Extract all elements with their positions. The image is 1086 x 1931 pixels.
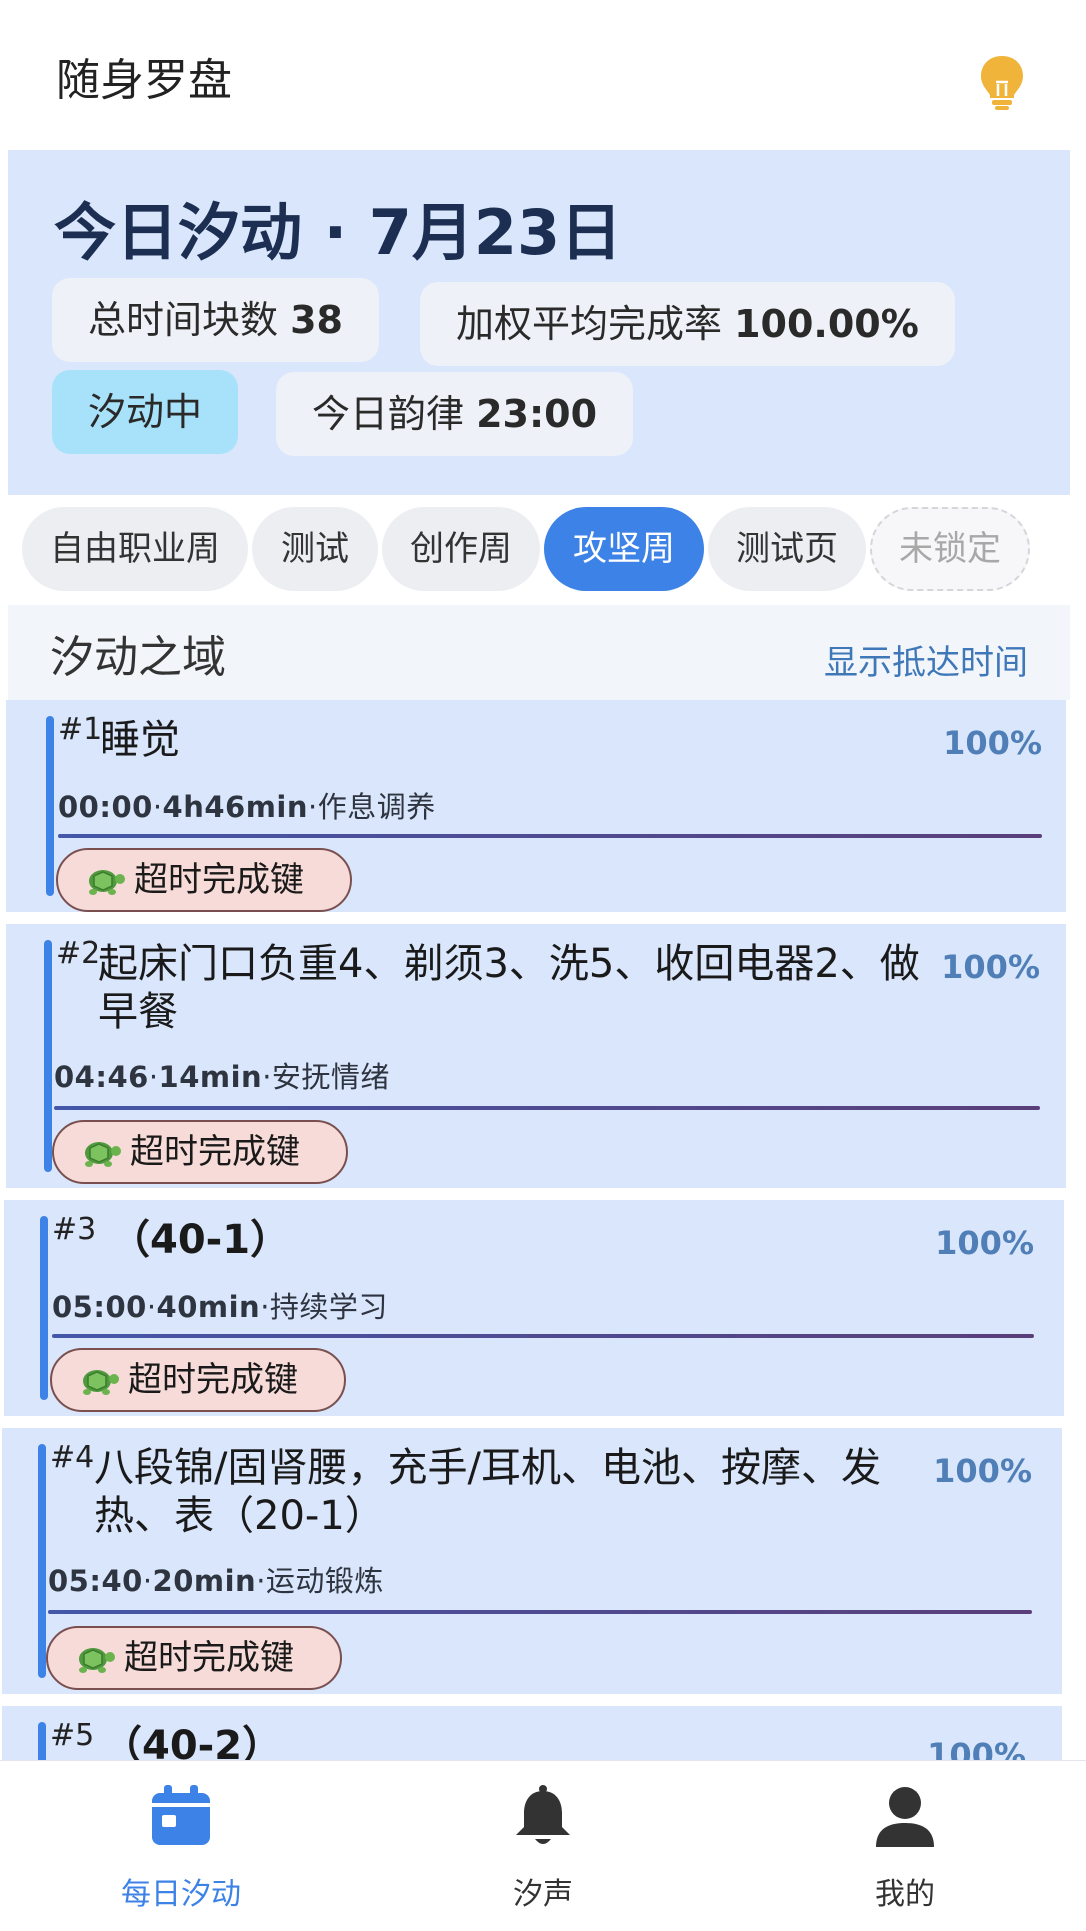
status-badge[interactable]: 汐动中 [52,370,239,454]
task-start-time: 04:46 [54,1060,149,1094]
bell-icon [516,1785,570,1844]
task-progress-line [54,1106,1040,1110]
task-start-time: 05:40 [48,1564,143,1598]
task-progress-line [52,1334,1034,1338]
completion-rate-label: 加权平均完成率 [456,302,723,346]
task-name-line-1: 起床门口负重4、剃须3、洗5、收回电器2、做 [98,941,920,987]
app-title: 随身罗盘 [56,55,232,106]
overtime-complete-label: 超时完成键 [130,1132,300,1172]
task-name: 睡觉 [100,717,180,763]
task-item[interactable]: #1 睡觉 100% 00:00·4h46min·作息调养 超时完成键 [6,700,1066,918]
nav-mine[interactable]: 我的 [724,1761,1086,1931]
calendar-icon [152,1785,210,1845]
task-duration: 14min [158,1060,263,1094]
nav-sound-label: 汐声 [513,1877,573,1912]
task-item[interactable]: #3 （40-1） 100% 05:00·40min·持续学习 超时完成键 [4,1200,1064,1422]
task-list[interactable]: #1 睡觉 100% 00:00·4h46min·作息调养 超时完成键 #2 起… [0,700,1086,1760]
overtime-complete-button[interactable]: 超时完成键 [56,848,352,912]
overtime-complete-button[interactable]: 超时完成键 [52,1120,348,1184]
task-accent-bar [44,940,52,1172]
task-percent: 100% [943,724,1042,762]
nav-daily-label: 每日汐动 [121,1877,241,1912]
task-name: 起床门口负重4、剃须3、洗5、收回电器2、做 早餐 [98,940,948,1036]
app-root: 随身罗盘 今日汐动 · 7月23日 总时间块数 38 加权平均完成率 100.0… [0,0,1086,1931]
daily-summary-card: 今日汐动 · 7月23日 总时间块数 38 加权平均完成率 100.00% 汐动… [8,150,1070,495]
nav-sound[interactable]: 汐声 [362,1761,724,1931]
day-title: 今日汐动 · 7月23日 [54,196,623,269]
task-item[interactable]: #2 起床门口负重4、剃须3、洗5、收回电器2、做 早餐 100% 04:46·… [6,924,1066,1194]
tab-creation-week[interactable]: 创作周 [382,507,540,591]
turtle-icon [83,1370,119,1395]
task-start-time: 00:00 [58,790,153,824]
turtle-icon [85,1142,121,1167]
overtime-complete-label: 超时完成键 [134,860,304,900]
task-start-time: 05:00 [52,1290,147,1324]
task-number: #3 [52,1212,97,1247]
total-blocks-label: 总时间块数 [88,298,279,342]
task-name: 八段锦/固肾腰，充手/耳机、电池、按摩、发 热、表（20-1） [94,1444,944,1540]
show-arrival-time-link[interactable]: 显示抵达时间 [824,635,1028,684]
task-accent-bar [38,1444,46,1678]
overtime-complete-label: 超时完成键 [128,1360,298,1400]
task-category: 作息调养 [317,790,436,824]
task-percent: 100% [941,948,1040,986]
tab-freelance-week[interactable]: 自由职业周 [22,507,248,591]
task-meta: 00:00·4h46min·作息调养 [58,790,436,824]
tab-tackle-week[interactable]: 攻坚周 [544,507,704,591]
task-percent: 100% [935,1224,1034,1262]
task-progress-line [48,1610,1032,1614]
section-title: 汐动之域 [50,632,226,683]
completion-rate-chip: 加权平均完成率 100.00% [420,282,955,366]
task-number: #1 [58,712,103,747]
task-meta: 05:40·20min·运动锻炼 [48,1564,384,1598]
task-item[interactable]: #4 八段锦/固肾腰，充手/耳机、电池、按摩、发 热、表（20-1） 100% … [2,1428,1062,1700]
task-name-line-2: 早餐 [98,989,178,1035]
nav-daily[interactable]: 每日汐动 [0,1761,362,1931]
task-accent-bar [40,1216,48,1400]
total-blocks-chip: 总时间块数 38 [52,278,379,362]
tab-unlocked[interactable]: 未锁定 [870,507,1030,591]
app-bar: 随身罗盘 [0,0,1086,150]
task-number: #4 [50,1440,95,1475]
rhythm-value: 23:00 [476,392,598,436]
rhythm-chip: 今日韵律 23:00 [276,372,634,456]
task-duration: 4h46min [162,790,309,824]
task-name: （40-2） [102,1723,283,1760]
task-progress-line [58,834,1042,838]
completion-rate-value: 100.00% [734,302,919,346]
turtle-icon [79,1648,115,1673]
task-duration: 20min [152,1564,257,1598]
total-blocks-value: 38 [290,298,343,342]
task-category: 运动锻炼 [265,1564,384,1598]
task-name-line-2: 热、表（20-1） [94,1493,385,1539]
overtime-complete-button[interactable]: 超时完成键 [46,1626,342,1690]
week-tabs: 自由职业周 测试 创作周 攻坚周 测试页 未锁定 [8,495,1070,605]
tab-test-page[interactable]: 测试页 [708,507,866,591]
overtime-complete-button[interactable]: 超时完成键 [50,1348,346,1412]
task-percent: 100% [927,1736,1026,1760]
task-accent-bar [38,1722,46,1760]
overtime-complete-label: 超时完成键 [124,1638,294,1678]
task-number: #5 [50,1718,95,1753]
task-name: （40-1） [110,1217,291,1263]
nav-mine-label: 我的 [875,1877,935,1912]
task-accent-bar [46,716,54,896]
task-duration: 40min [156,1290,261,1324]
rhythm-label: 今日韵律 [312,392,465,436]
task-name-line-1: 八段锦/固肾腰，充手/耳机、电池、按摩、发 [94,1445,881,1491]
turtle-icon [89,870,125,895]
task-number: #2 [56,936,101,971]
task-meta: 05:00·40min·持续学习 [52,1290,388,1324]
lightbulb-icon[interactable] [978,54,1026,110]
person-icon [876,1787,934,1847]
section-header: 汐动之域 显示抵达时间 [8,605,1070,700]
task-category: 持续学习 [269,1290,388,1324]
tab-test[interactable]: 测试 [252,507,378,591]
bottom-navigation: 每日汐动 汐声 我的 [0,1760,1086,1931]
task-category: 安抚情绪 [271,1060,390,1094]
task-item[interactable]: #5 （40-2） 100% [2,1706,1062,1760]
task-meta: 04:46·14min·安抚情绪 [54,1060,390,1094]
task-percent: 100% [933,1452,1032,1490]
